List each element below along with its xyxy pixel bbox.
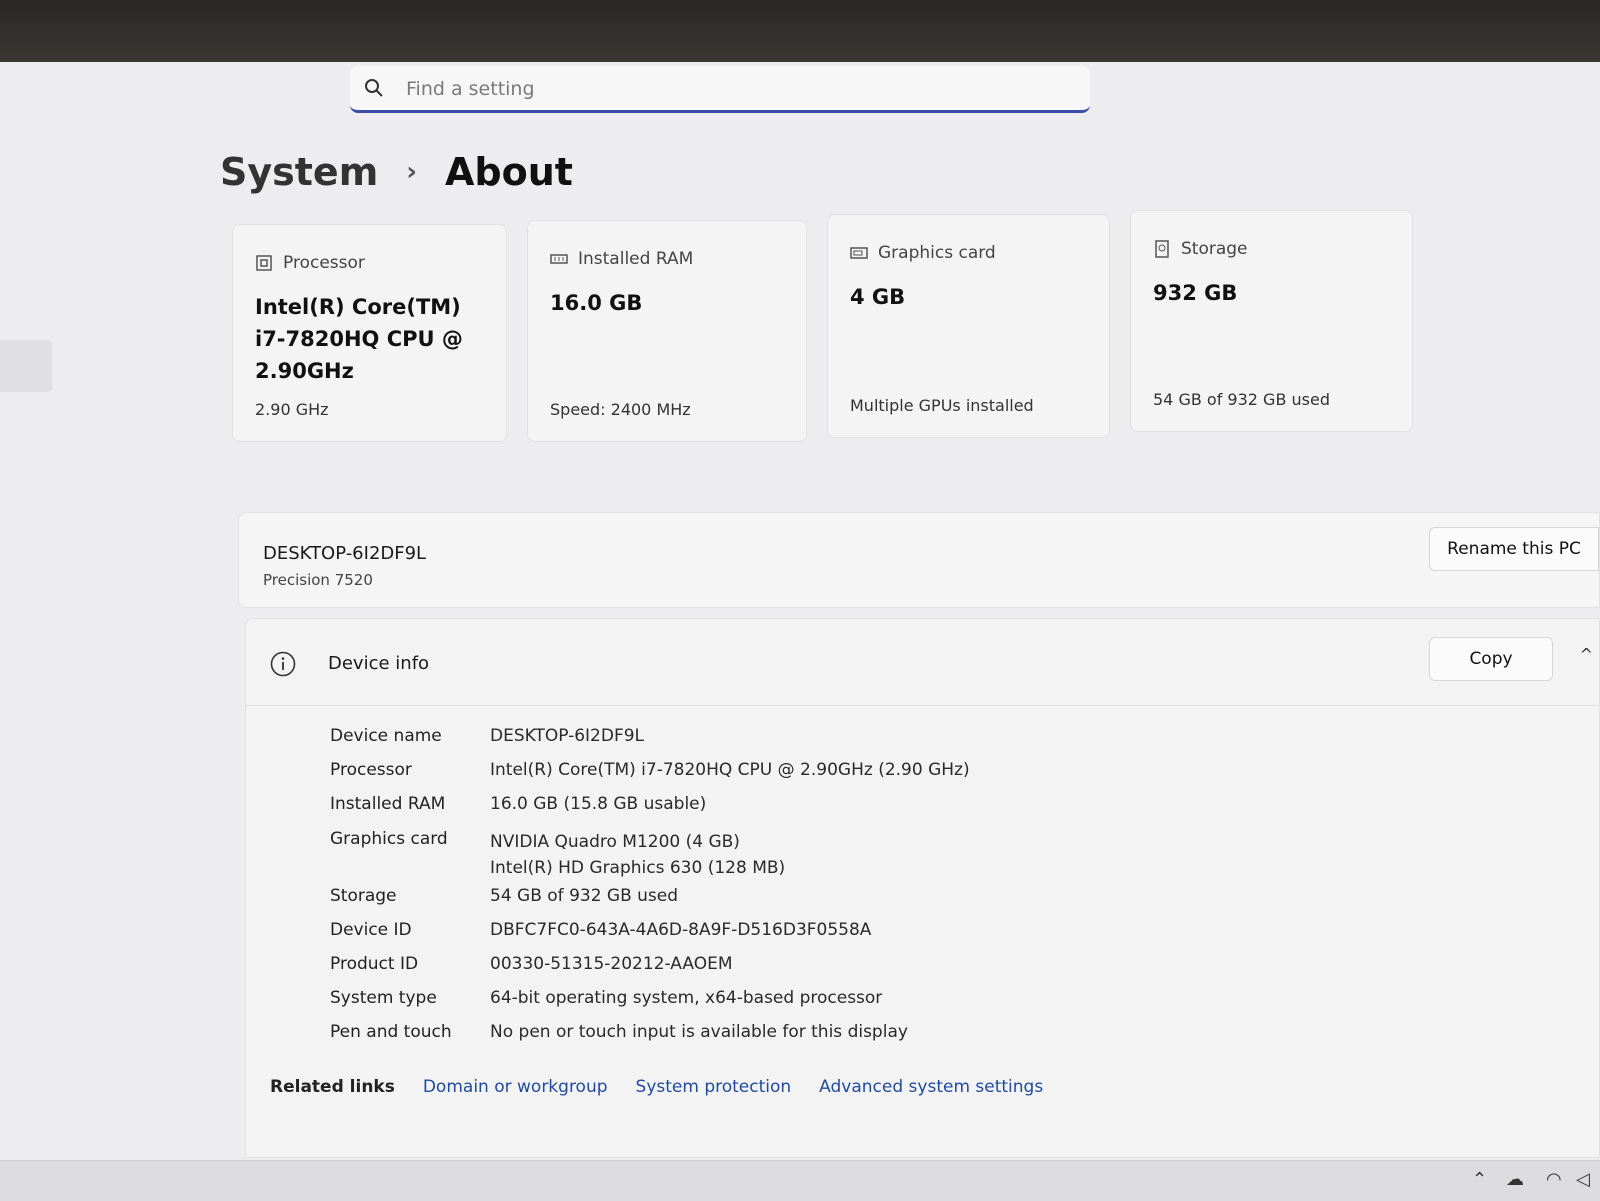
- storage-card-sub: 54 GB of 932 GB used: [1153, 390, 1330, 409]
- spec-key: Product ID: [330, 954, 419, 974]
- value-line: 932 GB: [1153, 281, 1238, 305]
- spec-value-line: Intel(R) HD Graphics 630 (128 MB): [490, 858, 786, 878]
- spec-value: DBFC7FC0-643A-4A6D-8A9F-D516D3F0558A: [490, 920, 872, 940]
- info-icon: [270, 651, 296, 677]
- spec-row-device-name: Device name DESKTOP-6I2DF9L: [330, 719, 970, 753]
- related-links-header: Related links: [270, 1077, 395, 1097]
- spec-value: NVIDIA Quadro M1200 (4 GB) Intel(R) HD G…: [490, 829, 785, 881]
- device-info-panel: Device info Copy ^ Device name DESKTOP-6…: [245, 618, 1600, 1158]
- taskbar: ⌃ ☁ ◠ ◁: [0, 1160, 1600, 1201]
- device-info-title: Device info: [328, 653, 430, 674]
- device-spec-list: Device name DESKTOP-6I2DF9L Processor In…: [330, 719, 970, 1049]
- ram-card-label: Installed RAM: [578, 249, 694, 269]
- value-line: 2.90GHz: [255, 359, 354, 383]
- pc-model: Precision 7520: [263, 571, 373, 589]
- ram-card-sub: Speed: 2400 MHz: [550, 400, 691, 419]
- spec-value: 64-bit operating system, x64-based proce…: [490, 988, 883, 1008]
- storage-icon: [1155, 240, 1169, 258]
- processor-card: Processor Intel(R) Core(TM) i7-7820HQ CP…: [232, 224, 507, 442]
- advanced-system-settings-link[interactable]: Advanced system settings: [819, 1077, 1043, 1097]
- storage-card-label: Storage: [1181, 239, 1248, 259]
- graphics-card-label: Graphics card: [878, 243, 996, 263]
- monitor-bezel: [0, 0, 1600, 62]
- spec-value: DESKTOP-6I2DF9L: [490, 726, 645, 746]
- spec-key: Storage: [330, 886, 397, 906]
- processor-card-value: Intel(R) Core(TM) i7-7820HQ CPU @ 2.90GH…: [255, 291, 463, 387]
- spec-value: 16.0 GB (15.8 GB usable): [490, 794, 707, 814]
- storage-card: Storage 932 GB 54 GB of 932 GB used: [1130, 210, 1413, 432]
- spec-key: Graphics card: [330, 829, 448, 849]
- processor-card-label: Processor: [283, 253, 365, 273]
- related-links: Related links Domain or workgroup System…: [270, 1077, 1043, 1097]
- card-label: Processor: [255, 253, 365, 273]
- graphics-card-value: 4 GB: [850, 281, 905, 313]
- spec-key: Device ID: [330, 920, 412, 940]
- spec-row-processor: Processor Intel(R) Core(TM) i7-7820HQ CP…: [330, 753, 970, 787]
- pc-name: DESKTOP-6I2DF9L: [263, 543, 427, 564]
- ram-icon: [550, 254, 568, 264]
- wifi-icon[interactable]: ◠: [1546, 1169, 1562, 1190]
- spec-row-storage: Storage 54 GB of 932 GB used: [330, 879, 970, 913]
- page-title: About: [445, 150, 573, 194]
- spec-key: Pen and touch: [330, 1022, 452, 1042]
- spec-key: Installed RAM: [330, 794, 446, 814]
- processor-card-sub: 2.90 GHz: [255, 400, 329, 419]
- breadcrumb: System › About: [220, 150, 573, 194]
- spec-row-system-type: System type 64-bit operating system, x64…: [330, 981, 970, 1015]
- card-label: Storage: [1153, 239, 1248, 259]
- card-label: Installed RAM: [550, 249, 693, 269]
- storage-card-value: 932 GB: [1153, 277, 1237, 309]
- device-info-header[interactable]: Device info Copy ^: [246, 619, 1599, 706]
- system-protection-link[interactable]: System protection: [636, 1077, 792, 1097]
- copy-button[interactable]: Copy: [1429, 637, 1553, 681]
- card-label: Graphics card: [850, 243, 996, 263]
- nav-selection-indicator: [0, 340, 52, 392]
- spec-key: Device name: [330, 726, 442, 746]
- value-line: Intel(R) Core(TM): [255, 295, 461, 319]
- spec-key: Processor: [330, 760, 412, 780]
- value-line: i7-7820HQ CPU @: [255, 327, 463, 351]
- search-input[interactable]: [404, 74, 1068, 104]
- processor-icon: [256, 255, 272, 271]
- onedrive-icon[interactable]: ☁: [1506, 1169, 1524, 1190]
- spec-row-pen-touch: Pen and touch No pen or touch input is a…: [330, 1015, 970, 1049]
- graphics-card-card: Graphics card 4 GB Multiple GPUs install…: [827, 214, 1110, 438]
- breadcrumb-system[interactable]: System: [220, 150, 378, 194]
- breadcrumb-separator: ›: [406, 157, 418, 187]
- ram-card-value: 16.0 GB: [550, 287, 642, 319]
- search-icon: [365, 79, 383, 97]
- spec-value: 54 GB of 932 GB used: [490, 886, 679, 906]
- value-line: 16.0 GB: [550, 291, 643, 315]
- spec-row-product-id: Product ID 00330-51315-20212-AAOEM: [330, 947, 970, 981]
- graphics-card-icon: [850, 247, 868, 259]
- pc-name-panel: DESKTOP-6I2DF9L Precision 7520 Rename th…: [238, 512, 1600, 608]
- spec-row-device-id: Device ID DBFC7FC0-643A-4A6D-8A9F-D516D3…: [330, 913, 970, 947]
- graphics-card-sub: Multiple GPUs installed: [850, 396, 1034, 415]
- search-box[interactable]: [350, 66, 1090, 113]
- domain-workgroup-link[interactable]: Domain or workgroup: [423, 1077, 608, 1097]
- ram-card: Installed RAM 16.0 GB Speed: 2400 MHz: [527, 220, 807, 442]
- chevron-up-icon[interactable]: ⌃: [1472, 1169, 1487, 1190]
- spec-value: 00330-51315-20212-AAOEM: [490, 954, 733, 974]
- chevron-up-icon[interactable]: ^: [1580, 645, 1593, 664]
- rename-pc-button[interactable]: Rename this PC: [1429, 527, 1599, 571]
- spec-value: No pen or touch input is available for t…: [490, 1022, 908, 1042]
- volume-icon[interactable]: ◁: [1576, 1169, 1590, 1190]
- value-line: 4 GB: [850, 285, 906, 309]
- spec-row-graphics-card: Graphics card NVIDIA Quadro M1200 (4 GB)…: [330, 821, 970, 879]
- spec-row-installed-ram: Installed RAM 16.0 GB (15.8 GB usable): [330, 787, 970, 821]
- spec-value-line: NVIDIA Quadro M1200 (4 GB): [490, 832, 740, 852]
- spec-value: Intel(R) Core(TM) i7-7820HQ CPU @ 2.90GH…: [490, 760, 970, 780]
- spec-key: System type: [330, 988, 437, 1008]
